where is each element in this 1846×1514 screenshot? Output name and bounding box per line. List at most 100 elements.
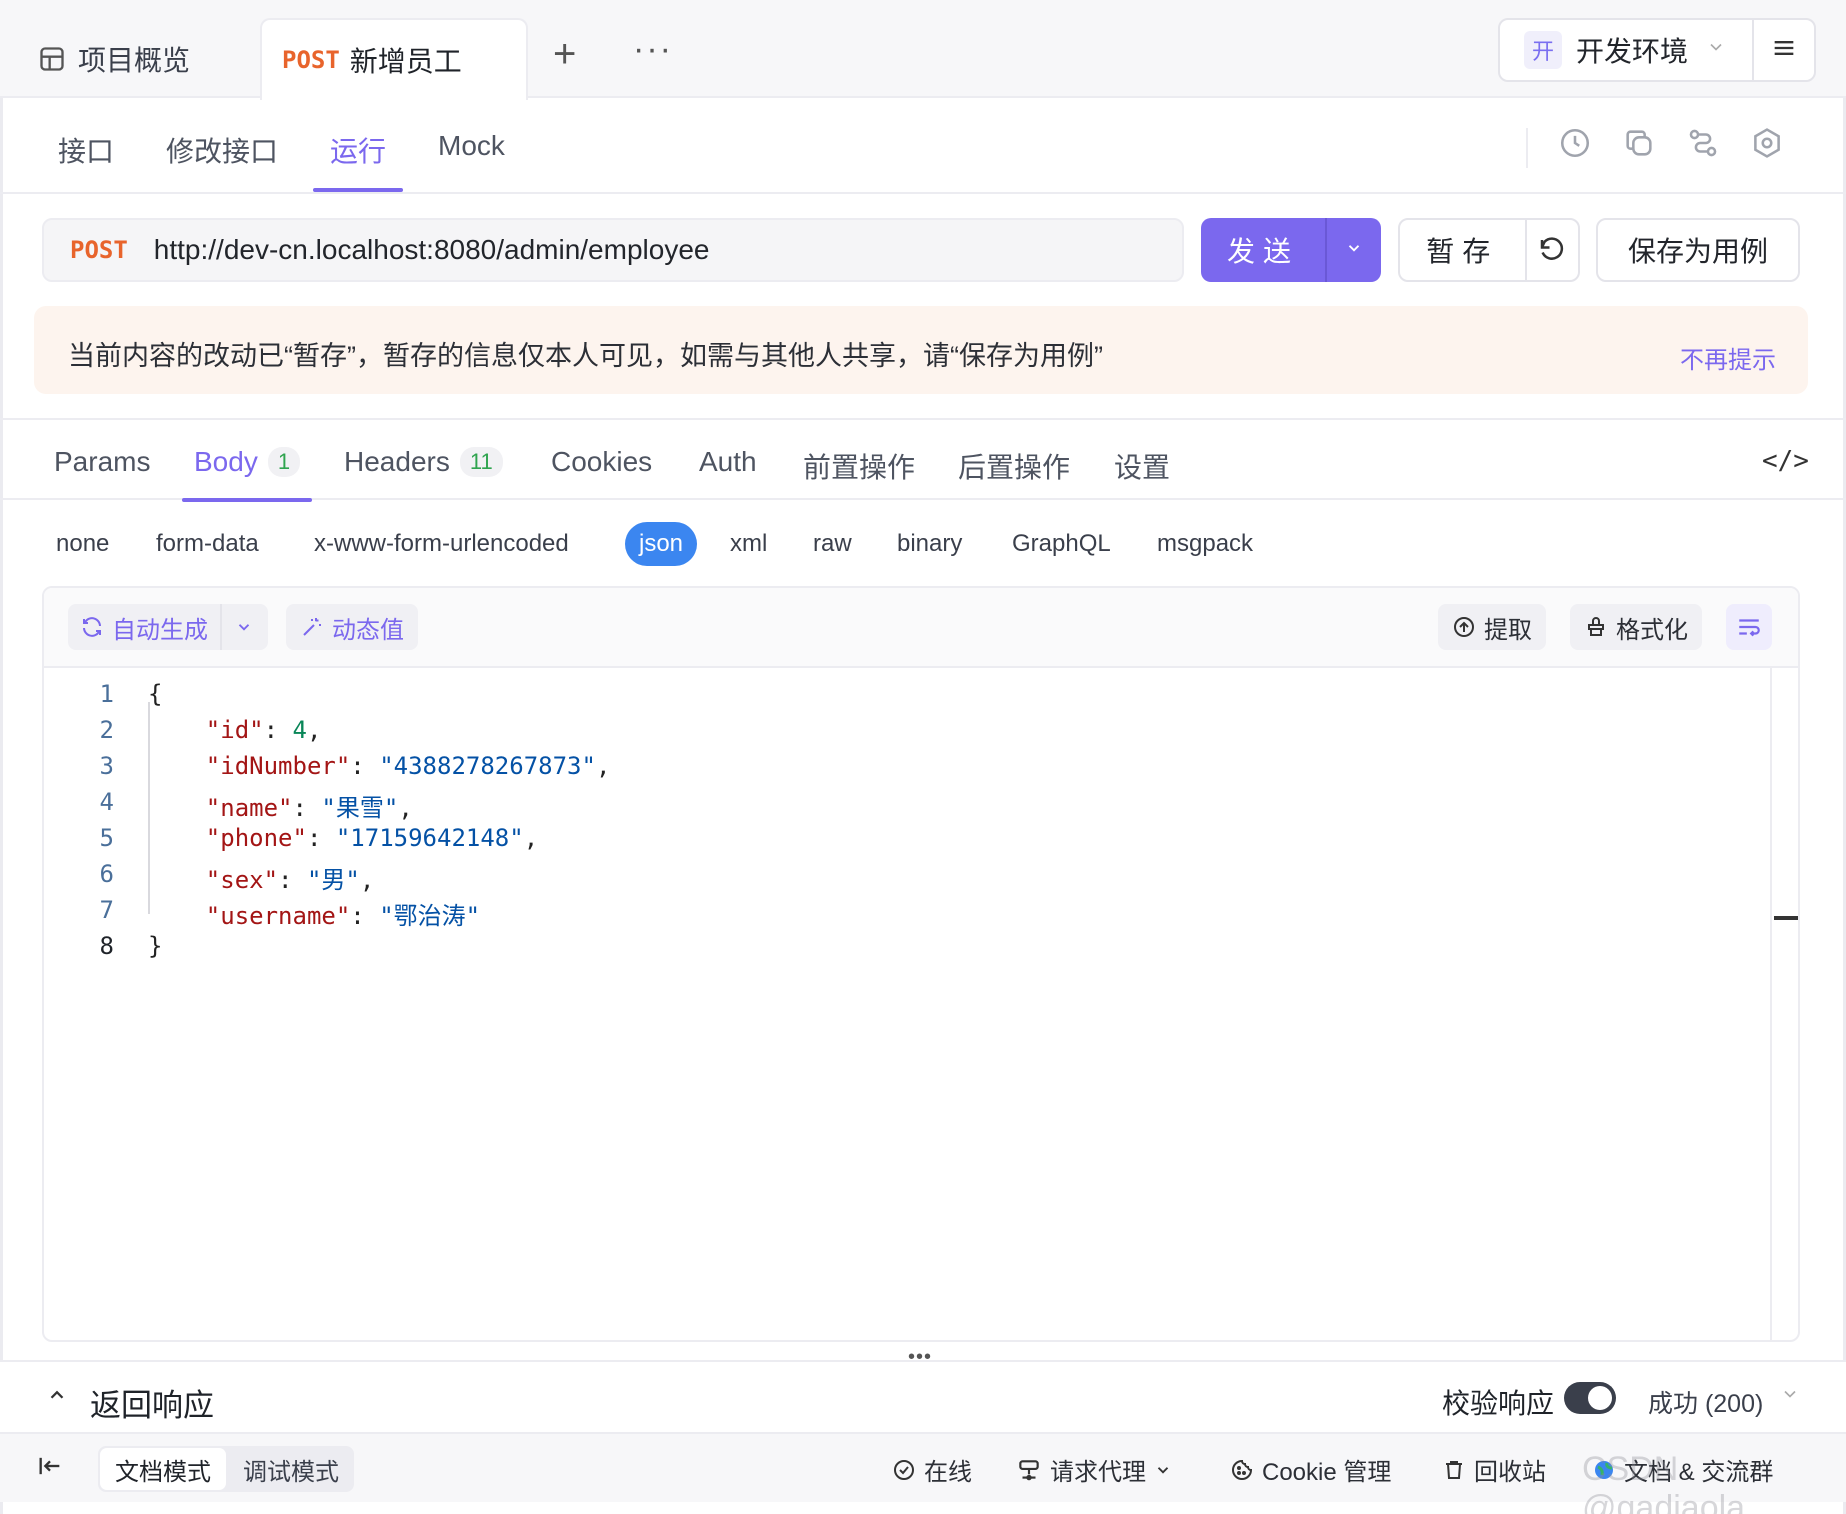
subnav-item-mock[interactable]: Mock (438, 130, 505, 162)
send-button-label: 发送 (1226, 236, 1299, 267)
response-title[interactable]: 返回响应 (90, 1380, 214, 1425)
view-mode-switch: 文档模式 调试模式 (98, 1446, 354, 1492)
save-as-case-button[interactable]: 保存为用例 (1596, 218, 1800, 282)
editor-scrollbar[interactable] (1770, 668, 1798, 1340)
chevron-up-icon[interactable] (46, 1384, 68, 1412)
request-proxy-label: 请求代理 (1050, 1459, 1146, 1486)
line-number: 1 (99, 680, 114, 708)
history-icon[interactable] (1558, 126, 1592, 160)
menu-icon[interactable] (1770, 34, 1798, 68)
status-footer: 文档模式 调试模式 在线 请求代理 Cookie 管理 回收站 文档 & 交流群 (0, 1432, 1846, 1502)
url-input[interactable]: POST http://dev-cn.localhost:8080/admin/… (42, 218, 1184, 282)
environment-label: 开发环境 (1576, 36, 1689, 67)
tab-pre-processors[interactable]: 前置操作 (803, 446, 915, 486)
json-key: "idNumber" (205, 752, 351, 780)
tab-post-processors[interactable]: 后置操作 (958, 446, 1070, 486)
request-proxy-menu[interactable]: 请求代理 (1016, 1452, 1172, 1487)
auto-generate-button[interactable]: 自动生成 (68, 604, 220, 650)
tab-settings[interactable]: 设置 (1114, 446, 1170, 486)
check-circle-icon (894, 1459, 914, 1480)
tab-label: Params (54, 446, 151, 477)
collapse-sidebar-icon[interactable] (36, 1452, 64, 1487)
body-type-graphql[interactable]: GraphQL (1012, 522, 1111, 566)
code-line: "phone": "17159642148", (205, 824, 539, 852)
body-type-urlencoded[interactable]: x-www-form-urlencoded (314, 522, 569, 566)
code-line: { (148, 680, 162, 708)
code-view-icon[interactable]: </> (1762, 446, 1809, 476)
active-tab-indicator (182, 498, 312, 502)
magic-wand-icon (303, 618, 321, 636)
tab-add-employee[interactable]: POST 新增员工 (260, 18, 528, 100)
top-tab-bar: 项目概览 POST 新增员工 + ··· 开 开发环境 (0, 0, 1846, 100)
api-sub-nav: 接口 修改接口 运行 Mock (0, 100, 1846, 194)
send-options-chevron-icon[interactable] (1327, 239, 1381, 262)
subnav-item-api[interactable]: 接口 (58, 130, 114, 170)
subnav-item-edit-api[interactable]: 修改接口 (166, 130, 278, 170)
line-number-gutter: 1 2 3 4 5 6 7 8 (44, 668, 124, 1340)
active-tab-indicator (313, 188, 403, 192)
toggle-knob (1588, 1386, 1612, 1410)
json-value: "鄂治涛" (379, 902, 481, 930)
body-type-binary[interactable]: binary (897, 522, 962, 566)
body-type-form-data[interactable]: form-data (156, 522, 259, 566)
recycle-bin-label: 回收站 (1474, 1459, 1546, 1486)
body-type-msgpack[interactable]: msgpack (1157, 522, 1253, 566)
format-button[interactable]: 格式化 (1570, 604, 1702, 650)
scrollbar-thumb[interactable] (1774, 916, 1798, 920)
tab-headers[interactable]: Headers 11 (344, 446, 503, 478)
stash-button-label: 暂存 (1426, 236, 1499, 267)
dynamic-value-button[interactable]: 动态值 (286, 604, 418, 650)
dismiss-notice-link[interactable]: 不再提示 (1680, 340, 1776, 375)
extract-button[interactable]: 提取 (1438, 604, 1546, 650)
subnav-item-run[interactable]: 运行 (330, 130, 386, 170)
send-button[interactable]: 发送 (1201, 218, 1381, 282)
tab-label: 设置 (1114, 452, 1171, 483)
share-icon[interactable] (1686, 126, 1720, 160)
online-status[interactable]: 在线 (892, 1452, 972, 1487)
body-type-xml[interactable]: xml (730, 522, 767, 566)
line-number-current: 8 (99, 932, 114, 960)
code-line: "idNumber": "4388278267873", (205, 752, 611, 780)
tab-project-overview[interactable]: 项目概览 (38, 40, 190, 78)
recycle-bin[interactable]: 回收站 (1442, 1452, 1546, 1487)
cookie-manager[interactable]: Cookie 管理 (1230, 1452, 1391, 1487)
verify-response-toggle[interactable] (1564, 1382, 1616, 1414)
request-method[interactable]: POST (70, 236, 128, 264)
copy-icon[interactable] (1622, 126, 1656, 160)
response-status-select[interactable]: 成功 (200) (1648, 1384, 1763, 1420)
tab-auth[interactable]: Auth (699, 446, 757, 478)
settings-icon[interactable] (1750, 126, 1784, 160)
tab-params[interactable]: Params (54, 446, 150, 478)
chevron-down-icon[interactable] (1780, 1384, 1800, 1410)
body-type-json[interactable]: json (625, 522, 698, 566)
request-url[interactable]: http://dev-cn.localhost:8080/admin/emplo… (154, 234, 710, 266)
word-wrap-button[interactable] (1726, 604, 1772, 650)
tab-title: 新增员工 (349, 46, 462, 77)
body-type-none[interactable]: none (56, 522, 109, 566)
json-key: "sex" (205, 866, 279, 894)
refresh-icon (83, 617, 101, 637)
more-tabs-button[interactable]: ··· (633, 30, 673, 69)
cookie-icon (1232, 1459, 1253, 1480)
divider (1752, 20, 1754, 80)
environment-selector[interactable]: 开 开发环境 (1498, 18, 1816, 82)
code-line: "id": 4, (205, 716, 322, 744)
json-key: "name" (205, 794, 293, 822)
stash-button[interactable]: 暂存 (1398, 218, 1580, 282)
chevron-down-icon[interactable] (222, 618, 266, 636)
json-body-editor[interactable]: 自动生成 动态值 提取 格式化 1 2 3 4 5 6 7 8 {"id": … (42, 586, 1800, 1342)
request-tabs: Params Body 1 Headers 11 Cookies Auth 前置操作… (0, 418, 1846, 502)
divider (1526, 128, 1528, 168)
notice-text: 当前内容的改动已“暂存”，暂存的信息仅本人可见，如需与其他人共享，请“保存为用例… (68, 341, 1103, 371)
wrap-text-icon (1739, 619, 1760, 637)
online-label: 在线 (924, 1459, 972, 1486)
new-tab-button[interactable]: + (553, 34, 576, 74)
undo-icon[interactable] (1527, 235, 1578, 265)
tab-label: Auth (699, 446, 757, 477)
doc-mode-button[interactable]: 文档模式 (100, 1448, 226, 1490)
body-type-raw[interactable]: raw (813, 522, 852, 566)
tab-body[interactable]: Body 1 (194, 446, 301, 478)
tab-cookies[interactable]: Cookies (551, 446, 652, 478)
tab-label: Body (194, 446, 258, 477)
debug-mode-button[interactable]: 调试模式 (230, 1448, 352, 1490)
